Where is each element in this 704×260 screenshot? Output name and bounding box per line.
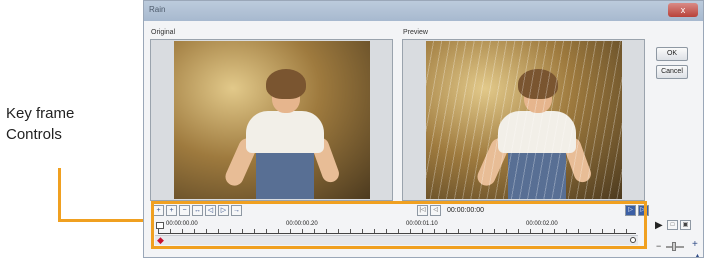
annotation-line-1: Key frame [6, 105, 75, 122]
title-bar: Rain x [144, 1, 703, 21]
preview-window-button[interactable]: ▣ [680, 220, 691, 230]
zoom-slider-thumb[interactable] [672, 242, 676, 251]
ok-button[interactable]: OK [656, 47, 688, 61]
zoom-out-icon[interactable]: − [656, 241, 661, 251]
preview-video-frame [426, 41, 622, 199]
preview-mode-button[interactable]: □ [667, 220, 678, 230]
close-button[interactable]: x [668, 3, 698, 17]
cancel-button[interactable]: Cancel [656, 65, 688, 79]
original-label: Original [151, 29, 176, 36]
preview-pane [402, 39, 645, 201]
rain-effect-dialog: Rain x Original Preview OK Cancel + + − … [143, 0, 704, 258]
rain-overlay [426, 41, 622, 199]
annotation-connector-vertical [58, 168, 61, 222]
original-video-frame [174, 41, 370, 199]
zoom-in-icon[interactable]: + [692, 239, 698, 250]
keyframe-controls-highlight [151, 201, 647, 249]
screenshot: Key frame Controls Rain x Original Previ… [0, 0, 704, 260]
keyframe-controls-annotation: Key frame Controls [6, 103, 74, 145]
dialog-client-area: Original Preview OK Cancel + + − ↔ ◁ ▷ →… [144, 21, 703, 257]
play-icon[interactable]: ▶ [655, 220, 663, 231]
expand-icon[interactable]: ▲ [694, 253, 701, 257]
preview-label: Preview [403, 29, 428, 36]
original-pane [150, 39, 393, 201]
annotation-line-2: Controls [6, 126, 62, 143]
annotation-connector-horizontal [58, 219, 150, 222]
window-title: Rain [149, 5, 166, 14]
